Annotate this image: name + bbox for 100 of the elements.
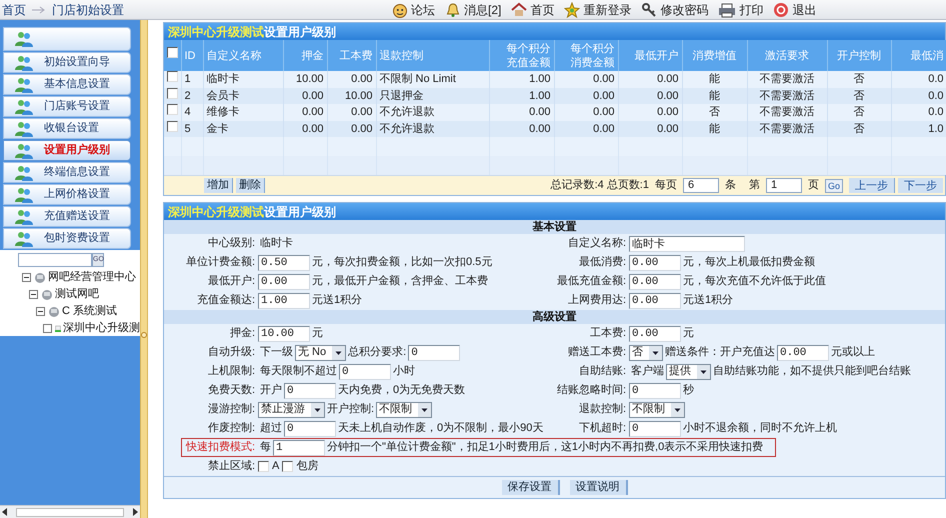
checkbox[interactable] xyxy=(166,71,178,82)
sidebar-item[interactable]: 设置用户级别 xyxy=(3,140,131,161)
input-field[interactable]: 0.00 xyxy=(777,344,829,360)
sidebar-item[interactable] xyxy=(3,27,131,51)
checkbox[interactable] xyxy=(166,47,178,58)
sidebar-item[interactable]: 包时资费设置 xyxy=(3,228,131,249)
input-field[interactable]: 0 xyxy=(408,344,460,360)
toolbar-link[interactable]: 首页 xyxy=(511,0,554,18)
checkbox[interactable] xyxy=(282,461,294,472)
tree-node[interactable]: 测试网吧 xyxy=(55,286,99,303)
sidebar-item[interactable]: 基本信息设置 xyxy=(3,74,131,95)
toolbar-link[interactable]: 打印 xyxy=(718,0,764,18)
search-field[interactable] xyxy=(18,253,92,267)
input-field[interactable]: 1 xyxy=(766,178,802,193)
field-text: 分钟扣一个"单位计费金额"，扣足1小时费用后，这1小时内不再扣费,0表示不采用快速扣费 xyxy=(327,440,764,456)
field-label: 禁止区域: xyxy=(206,459,256,474)
dropdown[interactable]: 提供 xyxy=(666,364,711,380)
sidebar-item[interactable]: 收银台设置 xyxy=(3,118,131,139)
field-text: 元或以上 xyxy=(831,345,875,360)
checkbox[interactable] xyxy=(166,120,178,132)
section-header: 基本设置 xyxy=(164,220,945,234)
field-label: 快速扣费模式: xyxy=(184,440,256,456)
field-label: 漫游控制: xyxy=(206,402,256,418)
toolbar-link[interactable]: 退出 xyxy=(773,0,816,18)
field-label: 上网费用达: xyxy=(566,293,627,308)
input-field[interactable]: 临时卡 xyxy=(629,236,745,252)
toolbar-link[interactable]: 重新登录 xyxy=(564,0,632,18)
next-button[interactable]: 下一步 xyxy=(898,178,943,193)
pagination-label: 条 xyxy=(724,178,736,194)
sidebar-item[interactable]: 上网价格设置 xyxy=(3,184,131,205)
breadcrumb-link[interactable]: 门店初始设置 xyxy=(52,0,124,18)
input-field[interactable]: 0.00 xyxy=(629,326,681,342)
computer-icon xyxy=(34,272,46,284)
field-label: 最低消费: xyxy=(578,255,627,270)
input-field[interactable]: 0.00 xyxy=(629,254,681,270)
action-button[interactable]: 删除 xyxy=(236,178,265,193)
field-text: 赠送条件：开户充值达 xyxy=(665,344,775,360)
input-field[interactable]: 0 xyxy=(629,420,681,436)
right-arrow-icon[interactable] xyxy=(132,508,138,516)
tree-node[interactable]: 深圳中心升级测 xyxy=(63,320,140,337)
caret-icon xyxy=(311,402,324,416)
checkbox-label: 包房 xyxy=(296,458,318,474)
caret-icon xyxy=(697,364,710,378)
pagination-summary: 总记录数:4 总页数:1 xyxy=(550,178,649,194)
sidebar-item[interactable]: 终端信息设置 xyxy=(3,162,131,183)
field-label: 单位计费金额: xyxy=(184,254,256,270)
field-text: 元送1积分 xyxy=(683,293,734,308)
sidebar-item[interactable]: 充值赠送设置 xyxy=(3,206,131,227)
expander-icon[interactable] xyxy=(22,273,31,282)
action-button[interactable]: 增加 xyxy=(204,178,233,193)
checkbox[interactable] xyxy=(166,88,178,98)
input-field[interactable]: 0.00 xyxy=(258,274,310,290)
dropdown[interactable]: 不限制 xyxy=(376,402,432,418)
input-field[interactable]: 0 xyxy=(339,364,391,380)
dropdown[interactable]: 不限制 xyxy=(629,402,685,418)
people-icon xyxy=(14,142,34,158)
form-button[interactable]: 设置说明 xyxy=(570,480,628,495)
sidebar-item[interactable]: 初始设置向导 xyxy=(3,52,131,73)
breadcrumb-link[interactable]: 首页 xyxy=(2,0,26,18)
horizontal-scrollbar[interactable] xyxy=(0,505,140,518)
dropdown[interactable]: 禁止漫游 xyxy=(258,402,325,418)
pagination-label: 页 xyxy=(808,178,819,194)
caret-icon xyxy=(649,346,662,360)
field-label: 最低开户: xyxy=(206,274,256,290)
face-icon xyxy=(392,2,408,18)
people-icon xyxy=(14,164,34,180)
input-field[interactable]: 1.00 xyxy=(258,292,310,308)
toolbar-link[interactable]: 消息[2] xyxy=(445,0,502,18)
input-field[interactable]: 6 xyxy=(682,178,719,193)
toolbar-link[interactable]: 论坛 xyxy=(392,0,435,18)
input-field[interactable]: 0 xyxy=(284,382,336,398)
field-label: 最低充值金额: xyxy=(556,274,627,290)
input-field[interactable]: 1 xyxy=(273,440,325,456)
field-text: 元，每次扣费金额，比如一次扣0.5元 xyxy=(312,254,492,270)
expander-icon[interactable] xyxy=(29,290,38,299)
input-field[interactable]: 10.00 xyxy=(258,326,310,342)
tree-node[interactable]: 网吧经营管理中心 xyxy=(48,269,136,286)
field-text: 元 xyxy=(683,326,694,342)
prev-button[interactable]: 上一步 xyxy=(849,178,895,193)
form-button[interactable]: 保存设置 xyxy=(502,480,560,495)
input-field[interactable]: 0 xyxy=(629,382,681,398)
field-text: 每天限制不超过 xyxy=(260,364,337,380)
checkbox[interactable] xyxy=(166,104,178,115)
dropdown[interactable]: 否 xyxy=(629,344,663,360)
left-arrow-icon[interactable] xyxy=(2,508,8,516)
field-text: 临时卡 xyxy=(260,236,293,252)
dropdown[interactable]: 无 No xyxy=(295,344,346,360)
go-button[interactable]: Go xyxy=(824,178,843,192)
field-text: 开户 xyxy=(260,382,282,398)
input-field[interactable]: 0.50 xyxy=(258,254,310,270)
checkbox[interactable] xyxy=(258,461,269,472)
toolbar-link[interactable]: 修改密码 xyxy=(641,0,708,18)
field-text: 元送1积分 xyxy=(312,293,362,308)
expander-icon[interactable] xyxy=(36,307,45,316)
tree-node[interactable]: C 系统测试 xyxy=(62,303,117,320)
input-field[interactable]: 0.00 xyxy=(629,292,681,308)
input-field[interactable]: 0.00 xyxy=(629,274,681,290)
sidebar-item[interactable]: 门店账号设置 xyxy=(3,96,131,117)
input-field[interactable]: 0 xyxy=(284,420,336,436)
computer-icon xyxy=(41,288,53,300)
